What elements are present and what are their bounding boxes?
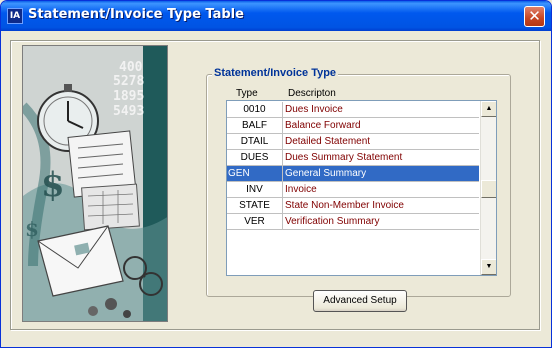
item-description: Verification Summary <box>283 214 479 230</box>
svg-text:$: $ <box>25 217 39 241</box>
scroll-down-button[interactable]: ▼ <box>481 259 496 275</box>
item-description: Dues Invoice <box>283 102 479 118</box>
scroll-up-button[interactable]: ▲ <box>481 101 496 117</box>
item-type: DTAIL <box>227 134 283 150</box>
title-bar[interactable]: IA Statement/Invoice Type Table ✕ <box>1 1 551 31</box>
svg-text:$: $ <box>41 165 65 205</box>
arrow-down-icon: ▼ <box>485 263 493 270</box>
artwork-number: 5493 <box>113 104 145 119</box>
list-item[interactable]: BALF Balance Forward <box>227 118 479 134</box>
item-description: State Non-Member Invoice <box>283 198 479 214</box>
arrow-up-icon: ▲ <box>485 105 493 112</box>
artwork-number: 400 <box>119 60 143 75</box>
list-item[interactable]: DUES Dues Summary Statement <box>227 150 479 166</box>
app-icon: IA <box>7 8 23 24</box>
window-title: Statement/Invoice Type Table <box>28 7 244 22</box>
item-type: STATE <box>227 198 283 214</box>
column-header-description: Descripton <box>288 88 336 99</box>
item-type: BALF <box>227 118 283 134</box>
list-item[interactable]: VER Verification Summary <box>227 214 479 230</box>
close-button[interactable]: ✕ <box>524 6 545 27</box>
item-type: DUES <box>227 150 283 166</box>
advanced-setup-button[interactable]: Advanced Setup <box>313 290 407 312</box>
item-type: INV <box>227 182 283 198</box>
item-description: Invoice <box>283 182 479 198</box>
artwork-number: 1895 <box>113 89 145 104</box>
column-header-type: Type <box>236 88 258 99</box>
scroll-thumb[interactable] <box>481 180 496 198</box>
type-listbox[interactable]: 0010 Dues Invoice BALF Balance Forward D… <box>226 100 497 276</box>
group-title: Statement/Invoice Type <box>212 67 339 79</box>
list-item[interactable]: STATE State Non-Member Invoice <box>227 198 479 214</box>
item-type: 0010 <box>227 102 283 118</box>
artwork-illustration: $ $ <box>23 46 167 321</box>
item-description: General Summary <box>283 166 479 182</box>
list-item[interactable]: DTAIL Detailed Statement <box>227 134 479 150</box>
decorative-artwork: $ $ 400 5278 1895 5493 <box>22 45 168 322</box>
list-item[interactable]: 0010 Dues Invoice <box>227 102 479 118</box>
list-item[interactable]: INV Invoice <box>227 182 479 198</box>
artwork-number: 5278 <box>113 74 145 89</box>
list-item-selected[interactable]: GEN General Summary <box>227 166 479 182</box>
item-type: GEN <box>227 166 283 182</box>
item-type: VER <box>227 214 283 230</box>
vertical-scrollbar[interactable]: ▲ ▼ <box>480 101 496 275</box>
item-description: Detailed Statement <box>283 134 479 150</box>
item-description: Balance Forward <box>283 118 479 134</box>
item-description: Dues Summary Statement <box>283 150 479 166</box>
close-icon: ✕ <box>528 7 541 25</box>
